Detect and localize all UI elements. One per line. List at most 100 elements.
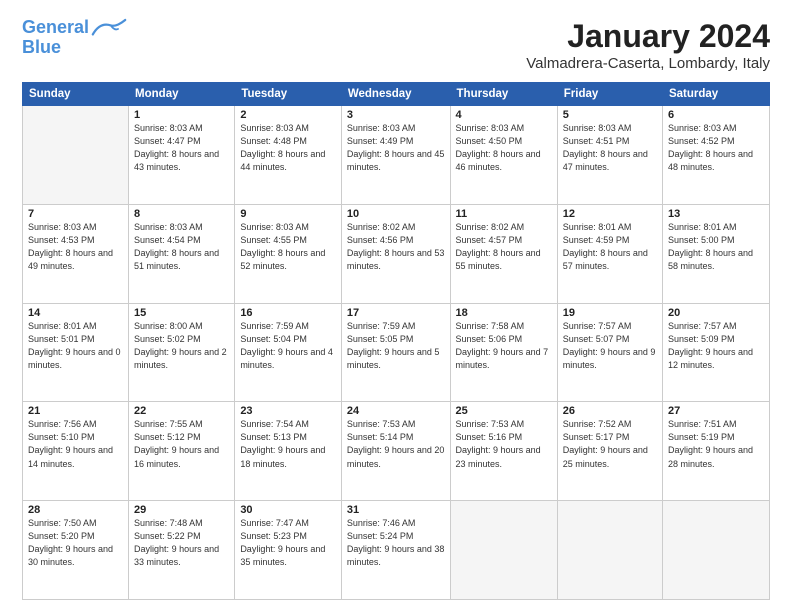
day-cell: 13Sunrise: 8:01 AMSunset: 5:00 PMDayligh…	[662, 204, 769, 303]
day-number: 10	[347, 208, 445, 220]
day-number: 6	[668, 109, 764, 121]
day-cell: 8Sunrise: 8:03 AMSunset: 4:54 PMDaylight…	[129, 204, 235, 303]
day-cell: 4Sunrise: 8:03 AMSunset: 4:50 PMDaylight…	[450, 106, 557, 205]
day-cell: 7Sunrise: 8:03 AMSunset: 4:53 PMDaylight…	[23, 204, 129, 303]
weekday-header-row: SundayMondayTuesdayWednesdayThursdayFrid…	[23, 83, 770, 106]
day-cell: 24Sunrise: 7:53 AMSunset: 5:14 PMDayligh…	[341, 402, 450, 501]
page: General Blue January 2024 Valmadrera-Cas…	[0, 0, 792, 612]
calendar-table: SundayMondayTuesdayWednesdayThursdayFrid…	[22, 82, 770, 600]
day-cell: 12Sunrise: 8:01 AMSunset: 4:59 PMDayligh…	[557, 204, 662, 303]
day-cell	[557, 501, 662, 600]
day-cell: 10Sunrise: 8:02 AMSunset: 4:56 PMDayligh…	[341, 204, 450, 303]
day-number: 18	[456, 307, 552, 319]
day-number: 24	[347, 405, 445, 417]
day-number: 3	[347, 109, 445, 121]
day-cell: 23Sunrise: 7:54 AMSunset: 5:13 PMDayligh…	[235, 402, 342, 501]
day-info: Sunrise: 7:54 AMSunset: 5:13 PMDaylight:…	[240, 418, 336, 470]
day-number: 20	[668, 307, 764, 319]
day-number: 14	[28, 307, 123, 319]
week-row-2: 7Sunrise: 8:03 AMSunset: 4:53 PMDaylight…	[23, 204, 770, 303]
day-cell: 16Sunrise: 7:59 AMSunset: 5:04 PMDayligh…	[235, 303, 342, 402]
day-number: 17	[347, 307, 445, 319]
day-info: Sunrise: 7:56 AMSunset: 5:10 PMDaylight:…	[28, 418, 123, 470]
day-info: Sunrise: 7:53 AMSunset: 5:14 PMDaylight:…	[347, 418, 445, 470]
day-cell: 27Sunrise: 7:51 AMSunset: 5:19 PMDayligh…	[662, 402, 769, 501]
day-number: 1	[134, 109, 229, 121]
day-info: Sunrise: 7:59 AMSunset: 5:04 PMDaylight:…	[240, 320, 336, 372]
day-info: Sunrise: 8:03 AMSunset: 4:51 PMDaylight:…	[563, 122, 657, 174]
month-title: January 2024	[526, 18, 770, 55]
weekday-thursday: Thursday	[450, 83, 557, 106]
day-info: Sunrise: 7:59 AMSunset: 5:05 PMDaylight:…	[347, 320, 445, 372]
day-number: 26	[563, 405, 657, 417]
header: General Blue January 2024 Valmadrera-Cas…	[22, 18, 770, 72]
day-info: Sunrise: 7:55 AMSunset: 5:12 PMDaylight:…	[134, 418, 229, 470]
day-info: Sunrise: 8:03 AMSunset: 4:49 PMDaylight:…	[347, 122, 445, 174]
day-info: Sunrise: 8:00 AMSunset: 5:02 PMDaylight:…	[134, 320, 229, 372]
day-cell: 5Sunrise: 8:03 AMSunset: 4:51 PMDaylight…	[557, 106, 662, 205]
logo: General Blue	[22, 18, 127, 58]
day-number: 5	[563, 109, 657, 121]
day-info: Sunrise: 7:50 AMSunset: 5:20 PMDaylight:…	[28, 517, 123, 569]
day-info: Sunrise: 8:01 AMSunset: 5:00 PMDaylight:…	[668, 221, 764, 273]
day-info: Sunrise: 8:03 AMSunset: 4:47 PMDaylight:…	[134, 122, 229, 174]
day-number: 16	[240, 307, 336, 319]
day-number: 12	[563, 208, 657, 220]
day-info: Sunrise: 8:01 AMSunset: 4:59 PMDaylight:…	[563, 221, 657, 273]
day-number: 29	[134, 504, 229, 516]
day-number: 7	[28, 208, 123, 220]
day-info: Sunrise: 7:48 AMSunset: 5:22 PMDaylight:…	[134, 517, 229, 569]
week-row-1: 1Sunrise: 8:03 AMSunset: 4:47 PMDaylight…	[23, 106, 770, 205]
day-number: 31	[347, 504, 445, 516]
day-cell: 9Sunrise: 8:03 AMSunset: 4:55 PMDaylight…	[235, 204, 342, 303]
logo-bird-icon	[91, 18, 127, 40]
day-number: 19	[563, 307, 657, 319]
day-info: Sunrise: 8:03 AMSunset: 4:48 PMDaylight:…	[240, 122, 336, 174]
weekday-sunday: Sunday	[23, 83, 129, 106]
day-number: 30	[240, 504, 336, 516]
title-block: January 2024 Valmadrera-Caserta, Lombard…	[526, 18, 770, 72]
day-number: 9	[240, 208, 336, 220]
day-cell: 31Sunrise: 7:46 AMSunset: 5:24 PMDayligh…	[341, 501, 450, 600]
day-number: 4	[456, 109, 552, 121]
day-cell: 11Sunrise: 8:02 AMSunset: 4:57 PMDayligh…	[450, 204, 557, 303]
day-info: Sunrise: 7:58 AMSunset: 5:06 PMDaylight:…	[456, 320, 552, 372]
day-number: 15	[134, 307, 229, 319]
day-info: Sunrise: 8:02 AMSunset: 4:57 PMDaylight:…	[456, 221, 552, 273]
weekday-wednesday: Wednesday	[341, 83, 450, 106]
day-cell: 15Sunrise: 8:00 AMSunset: 5:02 PMDayligh…	[129, 303, 235, 402]
day-cell: 19Sunrise: 7:57 AMSunset: 5:07 PMDayligh…	[557, 303, 662, 402]
day-info: Sunrise: 7:46 AMSunset: 5:24 PMDaylight:…	[347, 517, 445, 569]
day-number: 25	[456, 405, 552, 417]
weekday-friday: Friday	[557, 83, 662, 106]
day-info: Sunrise: 7:47 AMSunset: 5:23 PMDaylight:…	[240, 517, 336, 569]
day-number: 22	[134, 405, 229, 417]
day-cell: 1Sunrise: 8:03 AMSunset: 4:47 PMDaylight…	[129, 106, 235, 205]
weekday-saturday: Saturday	[662, 83, 769, 106]
day-cell: 18Sunrise: 7:58 AMSunset: 5:06 PMDayligh…	[450, 303, 557, 402]
day-info: Sunrise: 7:53 AMSunset: 5:16 PMDaylight:…	[456, 418, 552, 470]
day-cell: 25Sunrise: 7:53 AMSunset: 5:16 PMDayligh…	[450, 402, 557, 501]
week-row-5: 28Sunrise: 7:50 AMSunset: 5:20 PMDayligh…	[23, 501, 770, 600]
day-cell: 28Sunrise: 7:50 AMSunset: 5:20 PMDayligh…	[23, 501, 129, 600]
day-cell: 22Sunrise: 7:55 AMSunset: 5:12 PMDayligh…	[129, 402, 235, 501]
day-cell: 3Sunrise: 8:03 AMSunset: 4:49 PMDaylight…	[341, 106, 450, 205]
day-number: 11	[456, 208, 552, 220]
weekday-tuesday: Tuesday	[235, 83, 342, 106]
day-cell	[450, 501, 557, 600]
day-info: Sunrise: 7:51 AMSunset: 5:19 PMDaylight:…	[668, 418, 764, 470]
weekday-monday: Monday	[129, 83, 235, 106]
week-row-4: 21Sunrise: 7:56 AMSunset: 5:10 PMDayligh…	[23, 402, 770, 501]
day-info: Sunrise: 7:57 AMSunset: 5:09 PMDaylight:…	[668, 320, 764, 372]
day-cell: 17Sunrise: 7:59 AMSunset: 5:05 PMDayligh…	[341, 303, 450, 402]
day-cell: 20Sunrise: 7:57 AMSunset: 5:09 PMDayligh…	[662, 303, 769, 402]
location-title: Valmadrera-Caserta, Lombardy, Italy	[526, 55, 770, 72]
day-number: 13	[668, 208, 764, 220]
day-info: Sunrise: 8:02 AMSunset: 4:56 PMDaylight:…	[347, 221, 445, 273]
day-cell: 21Sunrise: 7:56 AMSunset: 5:10 PMDayligh…	[23, 402, 129, 501]
day-number: 2	[240, 109, 336, 121]
day-info: Sunrise: 8:03 AMSunset: 4:55 PMDaylight:…	[240, 221, 336, 273]
day-cell: 6Sunrise: 8:03 AMSunset: 4:52 PMDaylight…	[662, 106, 769, 205]
day-number: 27	[668, 405, 764, 417]
day-info: Sunrise: 8:03 AMSunset: 4:53 PMDaylight:…	[28, 221, 123, 273]
